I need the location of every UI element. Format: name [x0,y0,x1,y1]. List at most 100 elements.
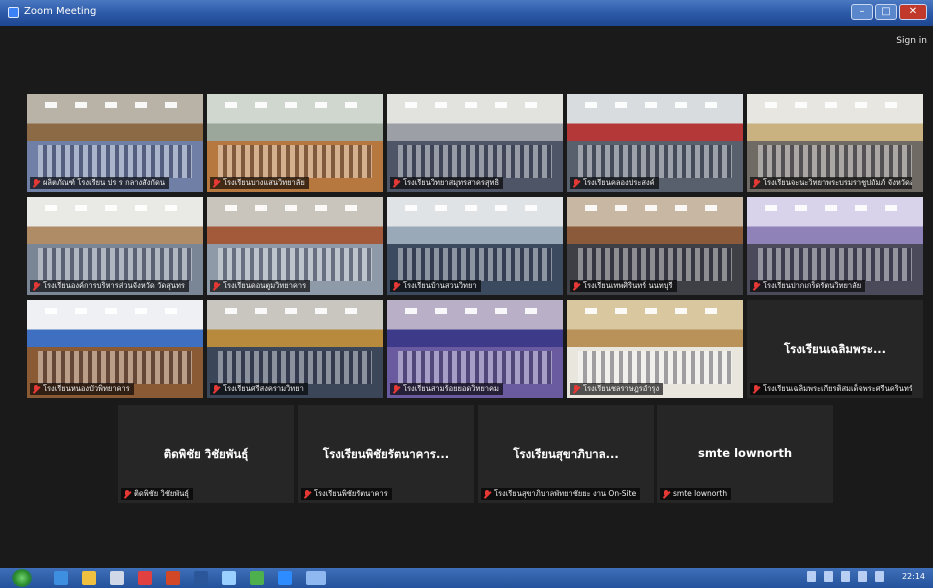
participant-name: โรงเรียนบางแสนวิทยาลัย [223,178,305,187]
mic-muted-icon [752,384,760,394]
participant-name-tag: โรงเรียนสามร้อยยอดวิทยาคม [390,383,503,395]
participant-name: โรงเรียนหนองบัวพิทยาคาร [43,384,130,393]
participant-name-tag: โรงเรียนบางแสนวิทยาลัย [210,177,309,189]
sign-in-link[interactable]: Sign in [896,36,927,46]
audio-only-tile[interactable]: โรงเรียนเฉลิมพระ... โรงเรียนเฉลิมพระเกียร… [747,300,923,398]
participant-name-tag: โรงเรียนเทพศิรินทร์ นนทบุรี [570,280,677,292]
video-tile[interactable]: โรงเรียนวิทยาสมุทรสาครสุทธิ [387,94,563,192]
minimize-button[interactable]: – [851,4,873,20]
audience-rows [577,144,733,179]
audience-rows [37,247,193,282]
ceiling-lights [404,204,546,211]
volume-icon[interactable] [840,571,850,582]
ceiling-lights [584,204,726,211]
participant-name: โรงเรียนบ้านสวนวิทยา [403,281,477,290]
media-icon[interactable] [110,571,124,585]
audience-rows [397,144,553,179]
audience-rows [757,144,913,179]
mic-muted-icon [212,384,220,394]
mic-muted-icon [392,178,400,188]
word-icon[interactable] [194,571,208,585]
zoom-taskbar-icon[interactable] [278,571,292,585]
video-tile[interactable]: โรงเรียนจะนะวิทยาพระบรมราชูปถัมภ์ จังหวั… [747,94,923,192]
participant-name: smte lownorth [673,489,728,498]
participant-name-tag: โรงเรียนบ้านสวนวิทยา [390,280,481,292]
video-tile[interactable]: ผลิตภัณฑ์ โรงเรียน ปร ร กลางสังกัดน [27,94,203,192]
participant-name-tag: โรงเรียนหนองบัวพิทยาคาร [30,383,134,395]
participant-name: ผลิตภัณฑ์ โรงเรียน ปร ร กลางสังกัดน [43,178,165,187]
powerpoint-icon[interactable] [166,571,180,585]
ceiling-lights [584,307,726,314]
video-tile[interactable]: โรงเรียนเทพศิรินทร์ นนทบุรี [567,197,743,295]
mic-muted-icon [483,489,491,499]
participant-name: โรงเรียนคลองประสงค์ [583,178,655,187]
mic-muted-icon [752,281,760,291]
mic-muted-icon [123,489,131,499]
audio-only-tile[interactable]: smte lownorth smte lownorth [657,405,833,503]
network-icon[interactable] [823,571,833,582]
audience-rows [397,247,553,282]
window-titlebar: Zoom Meeting – □ ✕ [0,0,933,26]
audio-only-tile[interactable]: โรงเรียนพิชัยรัตนาคาร... โรงเรียนพิชัยรัต… [298,405,474,503]
ie-icon[interactable] [54,571,68,585]
ceiling-lights [764,204,906,211]
line-icon[interactable] [250,571,264,585]
audience-rows [397,350,553,385]
mic-muted-icon [212,178,220,188]
video-tile[interactable]: โรงเรียนหนองบัวพิทยาคาร [27,300,203,398]
paint-icon[interactable] [222,571,236,585]
participant-display-name: ติดพิชัย วิชัยพันธุ์ [163,447,249,462]
audience-rows [217,247,373,282]
system-tray: 22:14 [806,571,925,582]
audience-rows [37,350,193,385]
chrome-icon[interactable] [138,571,152,585]
mic-muted-icon [752,178,760,188]
maximize-button[interactable]: □ [875,4,897,20]
mic-muted-icon [32,384,40,394]
participant-name-tag: ผลิตภัณฑ์ โรงเรียน ปร ร กลางสังกัดน [30,177,169,189]
video-tile[interactable]: โรงเรียนคลองประสงค์ [567,94,743,192]
video-tile[interactable]: โรงเรียนบ้านสวนวิทยา [387,197,563,295]
participant-name-tag: โรงเรียนดอนตูมวิทยาคาร [210,280,311,292]
participant-name-tag: โรงเรียนปากเกร็ดรัตนวิทยาลัย [750,280,866,292]
participant-name-tag: โรงเรียนพิชัยรัตนาคาร [301,488,392,500]
participant-name-tag: โรงเรียนจะนะวิทยาพระบรมราชูปถัมภ์ จังหวั… [750,177,912,189]
video-tile[interactable]: โรงเรียนองค์การบริหารส่วนจังหวัด วัดสุนท… [27,197,203,295]
participant-display-name: โรงเรียนพิชัยรัตนาคาร... [322,447,450,462]
video-tile[interactable]: โรงเรียนดอนตูมวิทยาคาร [207,197,383,295]
participant-name-tag: โรงเรียนคลองประสงค์ [570,177,659,189]
folder-icon[interactable] [82,571,96,585]
participant-name-tag: โรงเรียนองค์การบริหารส่วนจังหวัด วัดสุนท… [30,280,189,292]
participant-name-tag: โรงเรียนวิทยาสมุทรสาครสุทธิ [390,177,504,189]
audio-only-tile[interactable]: ติดพิชัย วิชัยพันธุ์ ติดพิชัย วิชัยพันธุ์ [118,405,294,503]
video-tile[interactable]: โรงเรียนชลราษฎรอำรุง [567,300,743,398]
participant-name-tag: โรงเรียนสุขาภิบาลพัทยาชัยยะ งาน On-Site [481,488,641,500]
ceiling-lights [224,101,366,108]
mic-muted-icon [392,281,400,291]
start-button[interactable] [12,569,32,587]
video-tile[interactable]: โรงเรียนปากเกร็ดรัตนวิทยาลัย [747,197,923,295]
ceiling-lights [44,307,186,314]
video-tile[interactable]: โรงเรียนสามร้อยยอดวิทยาคม [387,300,563,398]
participant-name-tag: smte lownorth [660,488,732,500]
participant-display-name: โรงเรียนเฉลิมพระ... [783,342,887,357]
window-title: Zoom Meeting [24,6,97,17]
language-icon[interactable] [806,571,816,582]
participant-display-name: smte lownorth [697,446,793,461]
flag-icon[interactable] [857,571,867,582]
taskbar-pinned-apps [54,571,326,585]
zoom-meeting-task[interactable] [306,571,326,585]
video-tile[interactable]: โรงเรียนศรีสงครามวิทยา [207,300,383,398]
mic-muted-icon [572,281,580,291]
ceiling-lights [584,101,726,108]
close-button[interactable]: ✕ [899,4,927,20]
mic-muted-icon [392,384,400,394]
participant-name: โรงเรียนจะนะวิทยาพระบรมราชูปถัมภ์ จังหวั… [763,178,912,187]
video-tile[interactable]: โรงเรียนบางแสนวิทยาลัย [207,94,383,192]
battery-icon[interactable] [874,571,884,582]
mic-muted-icon [212,281,220,291]
windows-taskbar: 22:14 [0,568,933,588]
mic-muted-icon [303,489,311,499]
audio-only-tile[interactable]: โรงเรียนสุขาภิบาล... โรงเรียนสุขาภิบาลพัท… [478,405,654,503]
audience-rows [757,247,913,282]
